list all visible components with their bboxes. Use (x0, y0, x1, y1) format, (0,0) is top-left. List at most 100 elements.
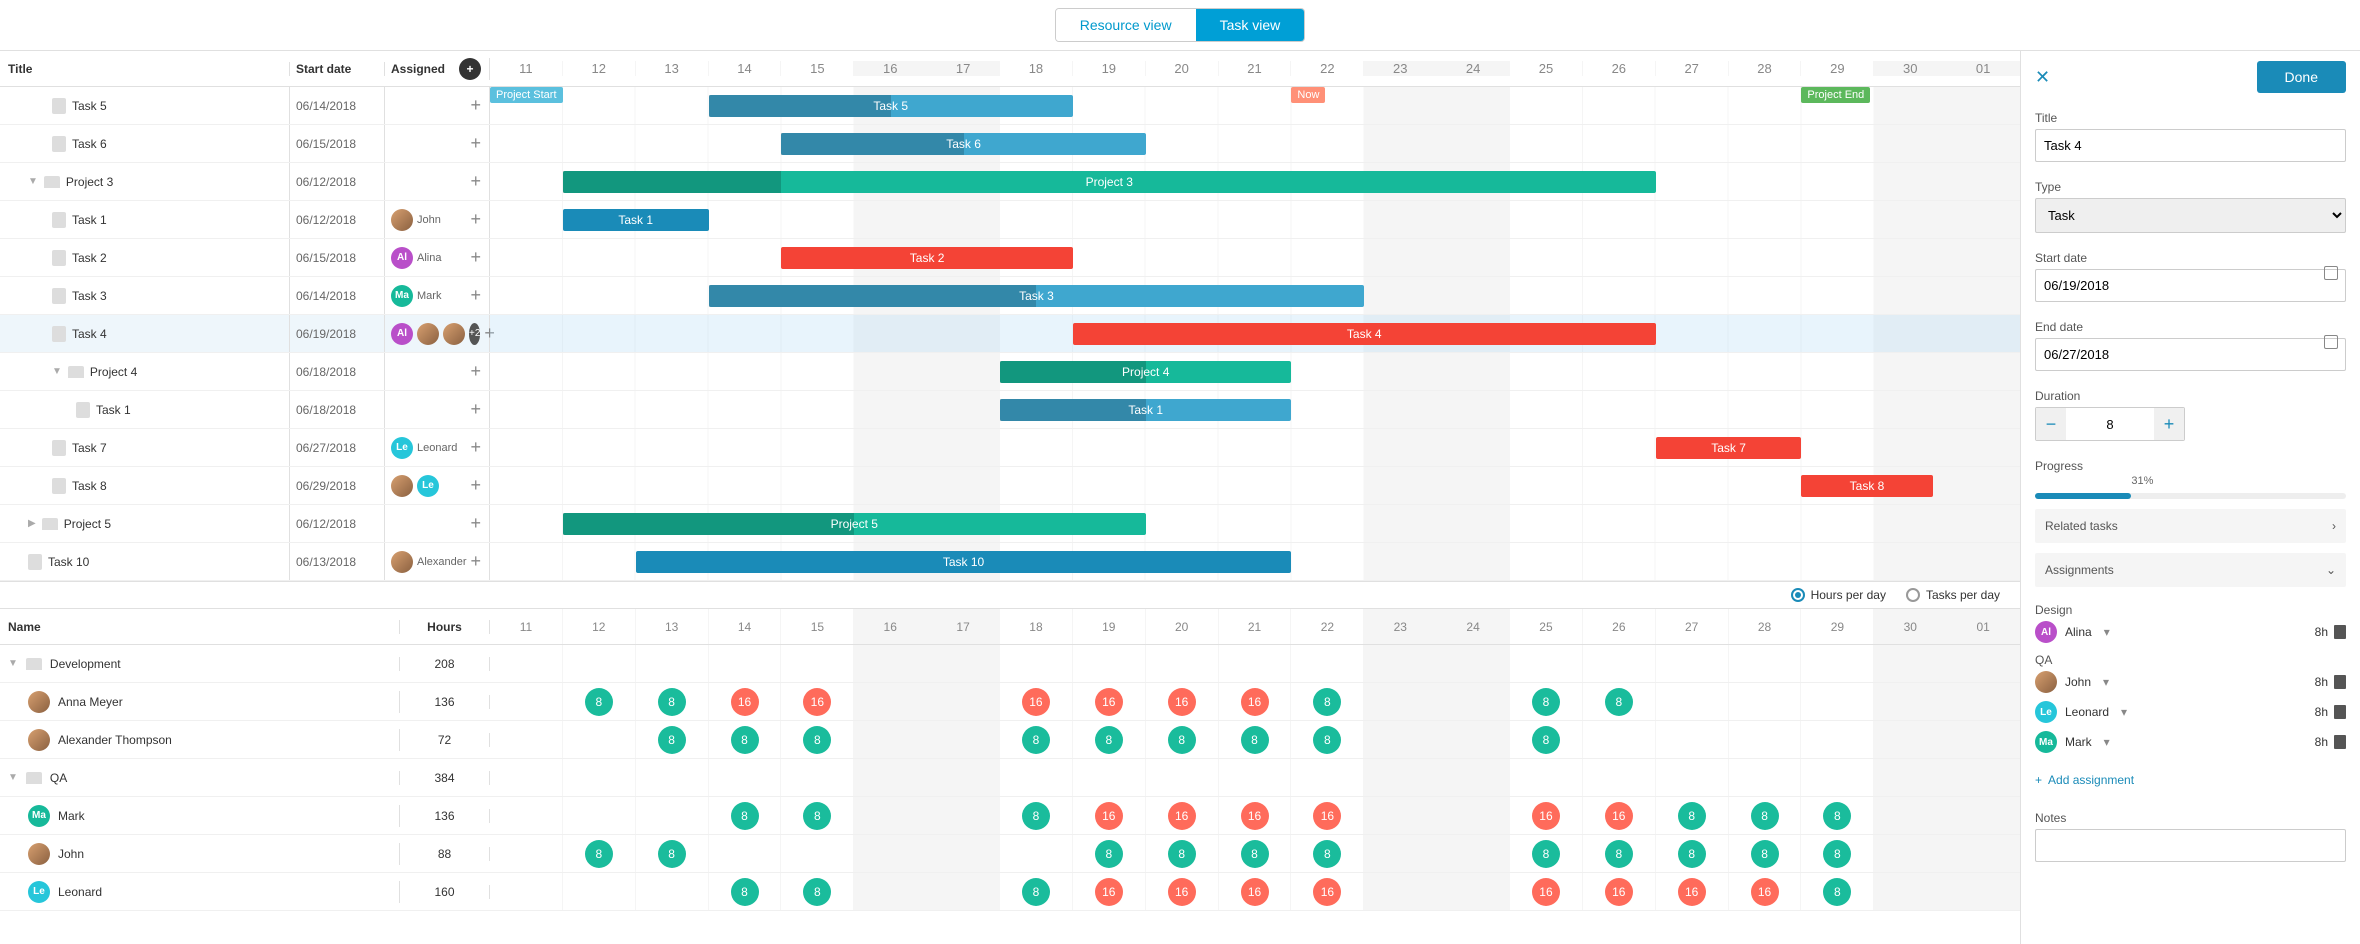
gantt-bar[interactable]: Task 5 (709, 95, 1073, 117)
chevron-down-icon[interactable]: ▼ (52, 366, 62, 377)
type-select[interactable]: Task (2035, 198, 2346, 233)
trash-icon[interactable] (2334, 625, 2346, 639)
gantt-bar[interactable]: Task 1 (563, 209, 709, 231)
resource-row[interactable]: John 88 (0, 835, 490, 873)
gantt-bar[interactable]: Task 8 (1801, 475, 1932, 497)
res-cell: 16 (1073, 873, 1146, 910)
timeline-row: Task 7 (490, 429, 2020, 467)
trash-icon[interactable] (2334, 675, 2346, 689)
res-day-header: 13 (636, 609, 709, 644)
chevron-down-icon[interactable]: ▾ (2103, 675, 2109, 689)
res-cell (1437, 683, 1510, 720)
chevron-down-icon[interactable]: ▼ (8, 772, 18, 783)
task-row[interactable]: ▼Project 3 06/12/2018 + (0, 163, 490, 201)
calendar-icon[interactable] (2324, 335, 2338, 349)
res-cell (563, 759, 636, 796)
add-task-icon[interactable]: + (470, 361, 481, 382)
task-row[interactable]: Task 2 06/15/2018 AlAlina+ (0, 239, 490, 277)
title-input[interactable] (2035, 129, 2346, 162)
task-row[interactable]: Task 10 06/13/2018 Alexander+ (0, 543, 490, 581)
more-badge[interactable]: +2 (469, 323, 480, 345)
task-start-date: 06/12/2018 (290, 163, 385, 200)
chevron-down-icon[interactable]: ▾ (2121, 705, 2127, 719)
res-cell (1364, 759, 1437, 796)
task-row[interactable]: Task 3 06/14/2018 MaMark+ (0, 277, 490, 315)
gantt-bar[interactable]: Task 4 (1073, 323, 1656, 345)
stepper-plus[interactable]: + (2154, 408, 2184, 440)
add-task-icon[interactable]: + (471, 551, 482, 572)
add-task-icon[interactable]: + (470, 475, 481, 496)
add-task-icon[interactable]: + (470, 171, 481, 192)
gantt-bar[interactable]: Task 7 (1656, 437, 1802, 459)
task-row[interactable]: Task 4 06/19/2018 Al+2+ (0, 315, 490, 353)
res-cell: 8 (1583, 835, 1656, 872)
add-task-icon[interactable]: + (470, 95, 481, 116)
resource-row[interactable]: Anna Meyer 136 (0, 683, 490, 721)
end-date-input[interactable] (2035, 338, 2346, 371)
hours-per-day-radio[interactable]: Hours per day (1791, 588, 1886, 602)
notes-input[interactable] (2035, 829, 2346, 862)
add-task-icon[interactable]: + (470, 285, 481, 306)
gantt-bar[interactable]: Task 3 (709, 285, 1365, 307)
close-icon[interactable]: ✕ (2035, 67, 2050, 88)
task-row[interactable]: Task 1 06/12/2018 John+ (0, 201, 490, 239)
add-task-icon[interactable]: + (470, 133, 481, 154)
start-date-input[interactable] (2035, 269, 2346, 302)
chevron-down-icon[interactable]: ▾ (2104, 735, 2110, 749)
gantt-bar[interactable]: Project 3 (563, 171, 1656, 193)
gantt-bar[interactable]: Project 5 (563, 513, 1146, 535)
assignments-accordion[interactable]: Assignments⌄ (2035, 553, 2346, 587)
gantt-bar[interactable]: Task 10 (636, 551, 1292, 573)
task-row[interactable]: Task 6 06/15/2018 + (0, 125, 490, 163)
gantt-bar[interactable]: Task 6 (781, 133, 1145, 155)
chevron-down-icon[interactable]: ▼ (8, 658, 18, 669)
gantt-bar[interactable]: Task 2 (781, 247, 1072, 269)
task-row[interactable]: Task 5 06/14/2018 + (0, 87, 490, 125)
add-task-icon[interactable]: + (470, 209, 481, 230)
chevron-right-icon[interactable]: ▶ (28, 518, 36, 529)
tasks-per-day-radio[interactable]: Tasks per day (1906, 588, 2000, 602)
resource-row[interactable]: ▼Development 208 (0, 645, 490, 683)
res-cell: 8 (1729, 835, 1802, 872)
add-task-icon[interactable]: + (470, 247, 481, 268)
res-cell: 16 (1219, 683, 1292, 720)
gantt-bar[interactable]: Project 4 (1000, 361, 1291, 383)
resource-row[interactable]: Alexander Thompson 72 (0, 721, 490, 759)
related-tasks-accordion[interactable]: Related tasks› (2035, 509, 2346, 543)
resource-row[interactable]: MaMark 136 (0, 797, 490, 835)
task-row[interactable]: ▶Project 5 06/12/2018 + (0, 505, 490, 543)
resource-name: John (58, 847, 84, 861)
task-row[interactable]: Task 8 06/29/2018 Le+ (0, 467, 490, 505)
task-start-date: 06/27/2018 (290, 429, 385, 466)
task-start-date: 06/14/2018 (290, 277, 385, 314)
res-day-header: 18 (1000, 609, 1073, 644)
calendar-icon[interactable] (2324, 266, 2338, 280)
add-task-icon[interactable]: + (470, 437, 481, 458)
hours-bubble: 16 (1022, 688, 1050, 716)
res-cell: 16 (1146, 683, 1219, 720)
resource-row[interactable]: LeLeonard 160 (0, 873, 490, 911)
trash-icon[interactable] (2334, 735, 2346, 749)
res-cell (1801, 759, 1874, 796)
add-task-icon[interactable]: + (470, 399, 481, 420)
progress-slider[interactable]: 31% (2035, 493, 2346, 499)
trash-icon[interactable] (2334, 705, 2346, 719)
res-cell (781, 645, 854, 682)
resource-view-btn[interactable]: Resource view (1056, 9, 1196, 41)
task-row[interactable]: ▼Project 4 06/18/2018 + (0, 353, 490, 391)
resource-row[interactable]: ▼QA 384 (0, 759, 490, 797)
duration-input[interactable] (2066, 409, 2154, 440)
add-column-btn[interactable]: + (459, 58, 481, 80)
gantt-bar[interactable]: Task 1 (1000, 399, 1291, 421)
task-row[interactable]: Task 7 06/27/2018 LeLeonard+ (0, 429, 490, 467)
add-assignment-link[interactable]: + Add assignment (2035, 767, 2346, 793)
add-task-icon[interactable]: + (470, 513, 481, 534)
done-button[interactable]: Done (2257, 61, 2346, 93)
task-view-btn[interactable]: Task view (1196, 9, 1305, 41)
chevron-down-icon[interactable]: ▼ (28, 176, 38, 187)
stepper-minus[interactable]: − (2036, 408, 2066, 440)
task-row[interactable]: Task 1 06/18/2018 + (0, 391, 490, 429)
res-cell: 8 (1656, 797, 1729, 834)
chevron-down-icon[interactable]: ▾ (2104, 625, 2110, 639)
hours-bubble: 8 (1751, 802, 1779, 830)
